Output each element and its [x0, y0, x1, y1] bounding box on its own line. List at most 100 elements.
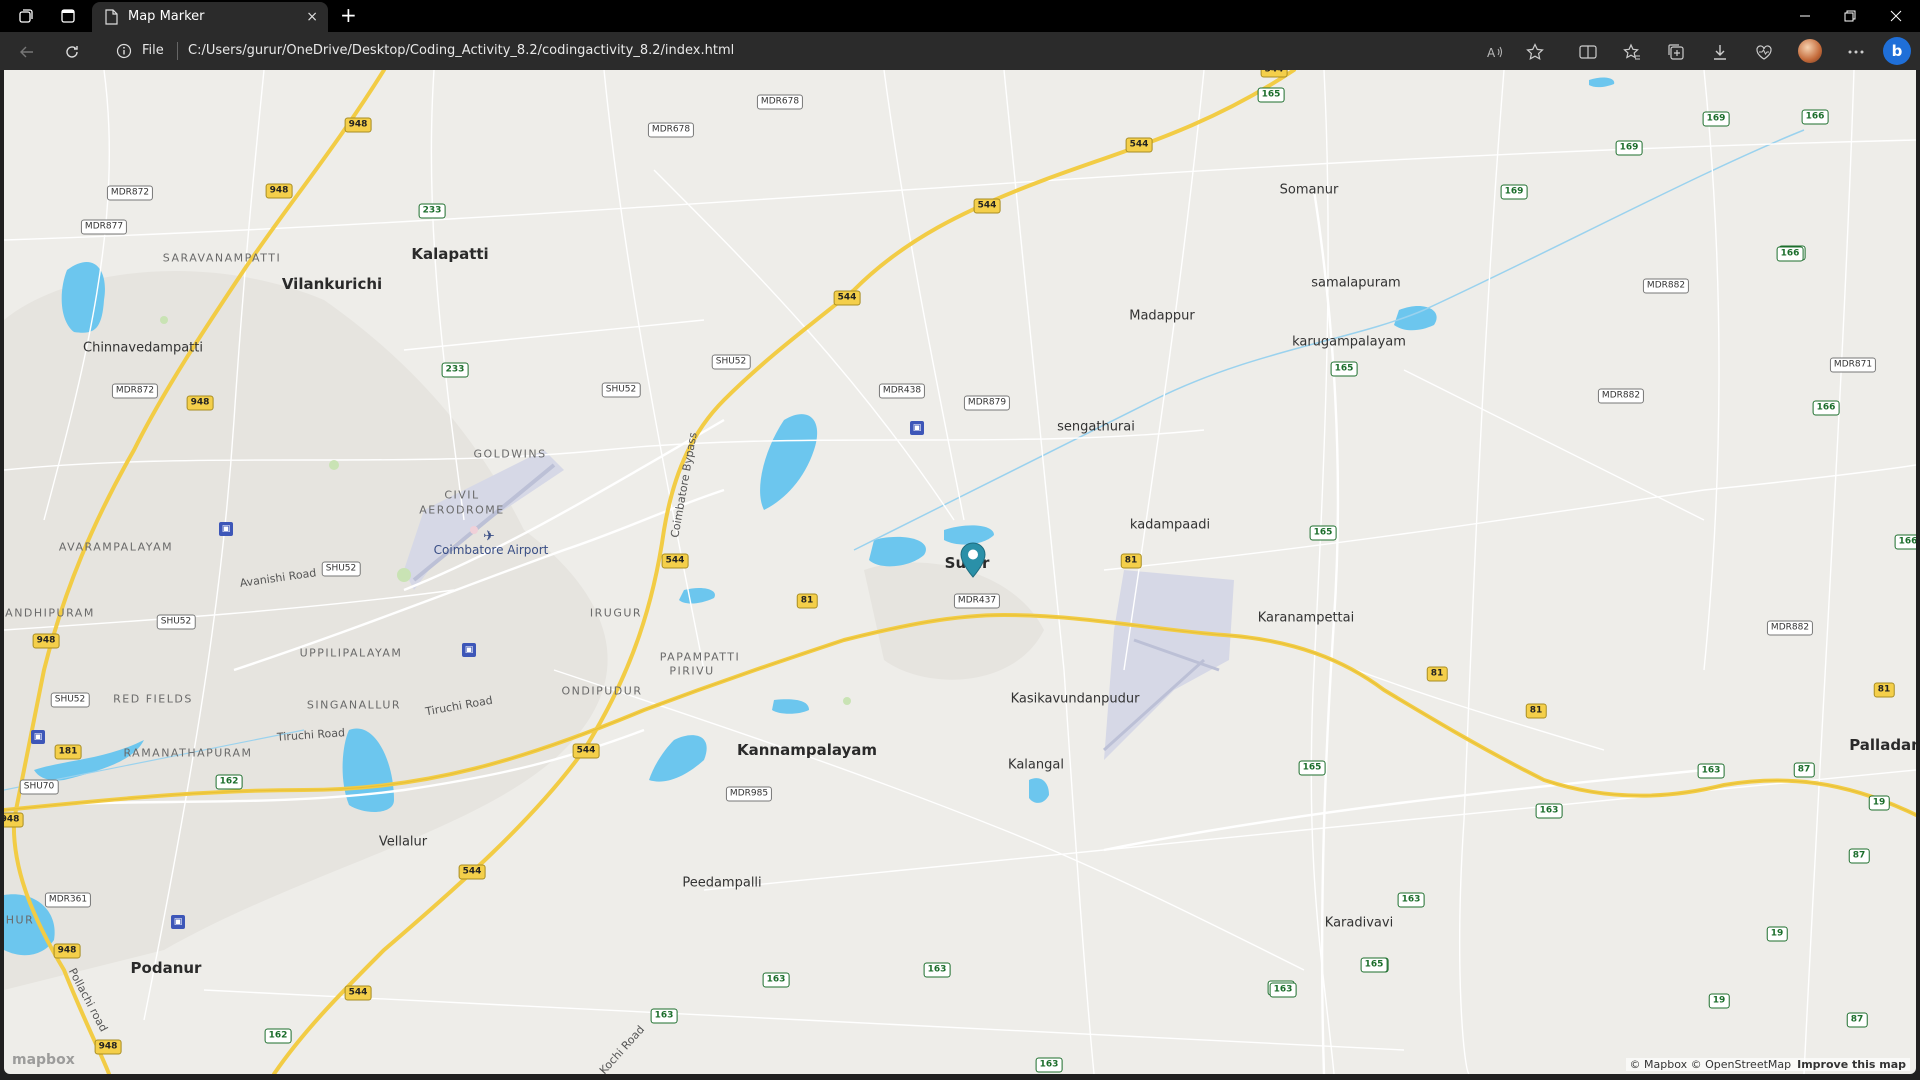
state-highway-shield: 165: [1309, 525, 1337, 541]
highway-shield: 81: [1426, 666, 1448, 682]
more-options-icon[interactable]: [1845, 41, 1867, 63]
district-road-shield: MDR437: [953, 593, 1001, 609]
district-road-shield: MDR879: [963, 395, 1011, 411]
highway-shield: 181: [54, 744, 82, 760]
bus-stop-icon[interactable]: ▣: [910, 421, 924, 435]
district-road-shield: MDR438: [878, 383, 926, 399]
neighborhood-label: RED FIELDS: [113, 692, 193, 706]
state-highway-shield: 19: [1708, 993, 1730, 1009]
bus-stop-icon[interactable]: ▣: [31, 730, 45, 744]
new-tab-button[interactable]: +: [340, 5, 357, 25]
district-road-shield: MDR361: [44, 892, 92, 908]
highway-shield: 81: [796, 593, 818, 609]
state-highway-shield: 169: [1702, 111, 1730, 127]
location-marker[interactable]: [960, 542, 986, 578]
neighborhood-label: PIRIVU: [669, 664, 715, 678]
highway-shield: 948: [265, 183, 293, 199]
place-label: Somanur: [1279, 182, 1339, 198]
downloads-icon[interactable]: [1709, 41, 1731, 63]
place-label: Podanur: [130, 959, 202, 977]
state-highway-shield: 162: [215, 774, 243, 790]
state-highway-shield: 165: [1257, 87, 1285, 103]
map-canvas[interactable]: Kalapatti Vilankurichi Kannampalayam Pod…: [4, 70, 1916, 1074]
collections-icon[interactable]: [1665, 41, 1687, 63]
place-label: Madappur: [1129, 308, 1195, 324]
state-highway-shield: 163: [1535, 803, 1563, 819]
tab-strip: Map Marker × +: [0, 0, 1920, 32]
minimize-icon[interactable]: [1790, 4, 1820, 28]
profile-avatar[interactable]: [1798, 39, 1822, 63]
split-screen-icon[interactable]: [1577, 41, 1599, 63]
district-road-shield: SHU52: [711, 354, 751, 370]
state-highway-shield: 163: [762, 972, 790, 988]
highway-shield: 81: [1873, 682, 1895, 698]
neighborhood-label: RAMANATHAPURAM: [123, 746, 253, 760]
state-highway-shield: 233: [441, 362, 469, 378]
tab-map-marker[interactable]: Map Marker ×: [92, 2, 328, 32]
state-highway-shield: 166: [1812, 400, 1840, 416]
address-bar[interactable]: File C:/Users/gurur/OneDrive/Desktop/Cod…: [110, 36, 1560, 66]
favorite-star-icon[interactable]: [1524, 41, 1546, 63]
map-attribution: © Mapbox © OpenStreetMap Improve this map: [1625, 1058, 1910, 1071]
neighborhood-label: GOLDWINS: [473, 447, 547, 461]
restore-icon[interactable]: [1835, 4, 1865, 28]
state-highway-shield: 163: [1269, 982, 1297, 998]
place-label: Karanampettai: [1257, 610, 1355, 626]
bus-stop-icon[interactable]: ▣: [219, 522, 233, 536]
copilot-icon[interactable]: b: [1883, 37, 1911, 65]
district-road-shield: SHU52: [156, 614, 196, 630]
place-label: Karadivavi: [1324, 915, 1394, 931]
state-highway-shield: 166: [1776, 246, 1804, 262]
address-divider: [177, 42, 178, 60]
place-label: Vilankurichi: [281, 275, 383, 293]
back-icon[interactable]: [16, 41, 38, 63]
state-highway-shield: 163: [650, 1008, 678, 1024]
place-label: karugampalayam: [1292, 334, 1406, 350]
neighborhood-label: IRUGUR: [589, 606, 643, 620]
place-label: samalapuram: [1311, 275, 1401, 291]
tab-actions-icon[interactable]: [58, 6, 78, 26]
place-label: Kasikavundanpudur: [1010, 691, 1140, 707]
state-highway-shield: 169: [1500, 184, 1528, 200]
bus-stop-icon[interactable]: ▣: [462, 643, 476, 657]
read-aloud-icon[interactable]: A: [1484, 41, 1506, 63]
close-icon[interactable]: [1881, 4, 1911, 28]
neighborhood-label: ONDIPUDUR: [561, 684, 643, 698]
refresh-icon[interactable]: [61, 41, 83, 63]
district-road-shield: MDR985: [725, 786, 773, 802]
district-road-shield: MDR882: [1766, 620, 1814, 636]
place-label: sengathurai: [1057, 419, 1135, 435]
tab-close-button[interactable]: ×: [306, 9, 318, 25]
state-highway-shield: 169: [1615, 140, 1643, 156]
url-text[interactable]: C:/Users/gurur/OneDrive/Desktop/Coding_A…: [188, 43, 734, 58]
state-highway-shield: 166: [1894, 534, 1916, 550]
highway-shield: 948: [344, 117, 372, 133]
airport-icon: ✈: [483, 528, 495, 545]
svg-text:A: A: [1487, 46, 1496, 60]
state-highway-shield: 162: [264, 1028, 292, 1044]
neighborhood-label: HUR: [5, 913, 35, 927]
district-road-shield: MDR882: [1642, 278, 1690, 294]
state-highway-shield: 19: [1868, 795, 1890, 811]
bus-stop-icon[interactable]: ▣: [171, 915, 185, 929]
state-highway-shield: 163: [1697, 763, 1725, 779]
favorites-icon[interactable]: [1621, 41, 1643, 63]
browser-essentials-icon[interactable]: [1753, 41, 1775, 63]
state-highway-shield: 165: [1298, 760, 1326, 776]
district-road-shield: MDR872: [106, 185, 154, 201]
neighborhood-label: CIVIL: [444, 488, 480, 502]
attribution-text[interactable]: © Mapbox © OpenStreetMap: [1630, 1058, 1792, 1071]
mapbox-logo[interactable]: mapbox: [12, 1052, 75, 1068]
neighborhood-label: ANDHIPURAM: [5, 606, 95, 620]
improve-map-link[interactable]: Improve this map: [1797, 1058, 1906, 1071]
scheme-label: File: [142, 43, 164, 58]
district-road-shield: MDR871: [1829, 357, 1877, 373]
district-road-shield: SHU52: [601, 382, 641, 398]
neighborhood-label: AVARAMPALAYAM: [58, 540, 174, 554]
place-label: Vellalur: [378, 834, 428, 850]
site-info-icon[interactable]: [116, 43, 132, 63]
workspaces-icon[interactable]: [16, 6, 36, 26]
highway-shield: 544: [572, 743, 600, 759]
district-road-shield: MDR877: [80, 219, 128, 235]
highway-shield: 544: [1260, 70, 1288, 78]
